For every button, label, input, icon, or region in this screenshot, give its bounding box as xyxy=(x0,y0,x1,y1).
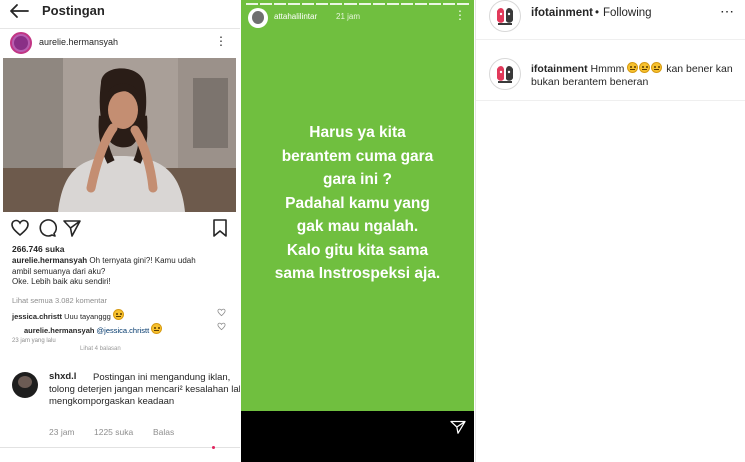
more-options-icon[interactable]: ⋯ xyxy=(720,4,734,18)
comment-text: Postingan ini mengandung iklan, tolong d… xyxy=(49,372,240,407)
story-text-line: Harus ya kita xyxy=(309,124,406,141)
story-progress-segment xyxy=(302,3,315,5)
story-progress-segment xyxy=(246,3,259,5)
story-progress-segment xyxy=(400,3,413,5)
header-username[interactable]: ifotainment xyxy=(531,7,593,19)
emoji-icon xyxy=(639,62,651,73)
comment-row: jessica.christt Uuu tayanggg xyxy=(12,309,125,321)
reply-row: aurelie.hermansyah @jessica.christt xyxy=(24,323,163,335)
story-progress-segment xyxy=(428,3,441,5)
separator-dot: • xyxy=(595,7,600,19)
post-caption: aurelie.hermansyah Oh ternyata gini?! Ka… xyxy=(12,256,227,288)
heart-icon[interactable] xyxy=(217,308,226,317)
story-username[interactable]: attahalilintar xyxy=(274,12,317,21)
send-icon[interactable] xyxy=(450,420,466,434)
more-options-icon[interactable]: ⋮ xyxy=(454,9,466,21)
story-reply-bar xyxy=(241,411,474,462)
story-text-line: gara ini ? xyxy=(323,171,392,188)
post-photo xyxy=(3,58,236,212)
story-text-line: gak mau ngalah. xyxy=(296,218,419,235)
story-progress-segment xyxy=(344,3,357,5)
emoji-icon xyxy=(112,309,124,320)
ifotainment-logo xyxy=(491,60,519,88)
caption-line: Oh ternyata gini?! Kamu udah xyxy=(89,256,196,265)
highlighted-comment: Postingan ini mengandung iklan, tolong d… xyxy=(0,352,240,448)
avatar[interactable] xyxy=(10,32,32,54)
view-all-comments-link[interactable]: Lihat semua 3.082 komentar xyxy=(12,296,107,305)
emoji-icon xyxy=(651,62,663,73)
caption-username[interactable]: aurelie.hermansyah xyxy=(12,256,87,265)
comment-username[interactable]: ifotainment xyxy=(531,63,588,75)
back-arrow-icon[interactable] xyxy=(8,3,30,19)
avatar[interactable] xyxy=(489,0,521,32)
post-author-row: aurelie.hermansyah ⋮ xyxy=(0,28,240,56)
story-panel: attahalilintar 21 jam ⋮ Harus ya kita ber… xyxy=(241,0,474,462)
post-username[interactable]: aurelie.hermansyah xyxy=(39,37,118,47)
reply-username[interactable]: aurelie.hermansyah xyxy=(24,326,94,335)
heart-icon[interactable] xyxy=(217,322,226,331)
instagram-post-panel: Postingan aurelie.hermansyah ⋮ 266.746 s… xyxy=(0,0,240,462)
story-text: Harus ya kita berantem cuma gara gara ini … xyxy=(251,121,464,286)
notification-dot xyxy=(212,446,215,449)
story-progress-segment xyxy=(316,3,329,5)
avatar[interactable] xyxy=(489,58,521,90)
post-actions-bar xyxy=(0,218,240,240)
reply-mention[interactable]: @jessica.christt xyxy=(97,326,150,335)
more-options-icon[interactable]: ⋮ xyxy=(215,35,227,47)
like-count[interactable]: 266.746 suka xyxy=(12,244,64,254)
story-progress-segment xyxy=(274,3,287,5)
story-progress-bars xyxy=(246,3,469,6)
comment-like-count[interactable]: 1225 suka xyxy=(94,427,133,437)
story-progress-segment xyxy=(358,3,371,5)
story-progress-segment xyxy=(288,3,301,5)
ifotainment-logo xyxy=(491,2,519,30)
bookmark-icon[interactable] xyxy=(210,218,230,238)
avatar[interactable] xyxy=(12,372,38,398)
story-progress-segment xyxy=(414,3,427,5)
story-progress-segment xyxy=(456,3,469,5)
comment-icon[interactable] xyxy=(37,218,57,238)
story-progress-segment xyxy=(330,3,343,5)
reply-button[interactable]: Balas xyxy=(153,427,174,437)
comment-text: Hmmm xyxy=(590,63,625,75)
following-button[interactable]: Following xyxy=(603,7,652,19)
story-progress-segment xyxy=(442,3,455,5)
story-progress-segment xyxy=(260,3,273,5)
caption-line: ambil semuanya dari aku? xyxy=(12,266,106,276)
story-text-line: berantem cuma gara xyxy=(281,147,434,165)
share-icon[interactable] xyxy=(62,218,82,238)
post-timestamp: 23 jam yang lalu xyxy=(12,338,56,344)
story-progress-segment xyxy=(386,3,399,5)
emoji-icon xyxy=(627,62,639,73)
post-header: ifotainment • Following ⋯ xyxy=(476,0,745,40)
heart-icon[interactable] xyxy=(10,218,30,238)
comment-username[interactable]: jessica.christt xyxy=(12,312,62,321)
comment-time: 23 jam xyxy=(49,427,75,437)
comment-row: ifotainment Hmmm kan bener kan bukan ber… xyxy=(531,62,736,89)
avatar[interactable] xyxy=(248,8,268,28)
story-timestamp: 21 jam xyxy=(336,12,361,21)
story-progress-segment xyxy=(372,3,385,5)
story-text-line: Padahal kamu yang xyxy=(285,194,430,212)
divider xyxy=(476,100,745,101)
comment-username[interactable]: shxd.l xyxy=(49,371,76,382)
story-text-line: sama Instrospeksi aja. xyxy=(274,265,441,282)
emoji-icon xyxy=(151,323,163,334)
comment-text: Uuu tayanggg xyxy=(64,312,111,321)
story-text-line: Kalo gitu kita sama xyxy=(286,241,429,259)
page-title: Postingan xyxy=(42,3,105,18)
comment-view-panel: ifotainment • Following ⋯ ifotainment Hm… xyxy=(475,0,745,462)
post-header: Postingan xyxy=(0,0,240,24)
caption-line: Oke. Lebih baik aku sendiri! xyxy=(12,277,111,286)
